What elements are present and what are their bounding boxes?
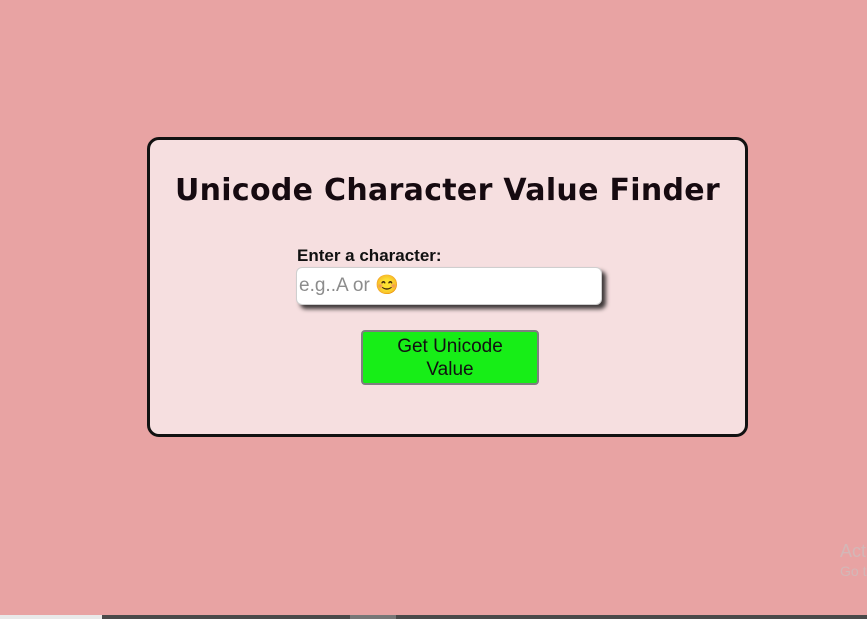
taskbar-segment xyxy=(0,615,102,619)
taskbar-edge xyxy=(0,615,867,619)
finder-card: Unicode Character Value Finder Enter a c… xyxy=(147,137,748,437)
watermark-line-2: Go t xyxy=(840,563,867,579)
page-title: Unicode Character Value Finder xyxy=(174,173,721,208)
character-input[interactable] xyxy=(296,267,602,305)
character-field-label: Enter a character: xyxy=(297,246,442,265)
get-unicode-value-button[interactable]: Get Unicode Value xyxy=(361,330,539,385)
taskbar-segment xyxy=(350,615,396,619)
activation-watermark: Act Go t xyxy=(840,540,867,584)
watermark-line-1: Act xyxy=(840,541,867,561)
